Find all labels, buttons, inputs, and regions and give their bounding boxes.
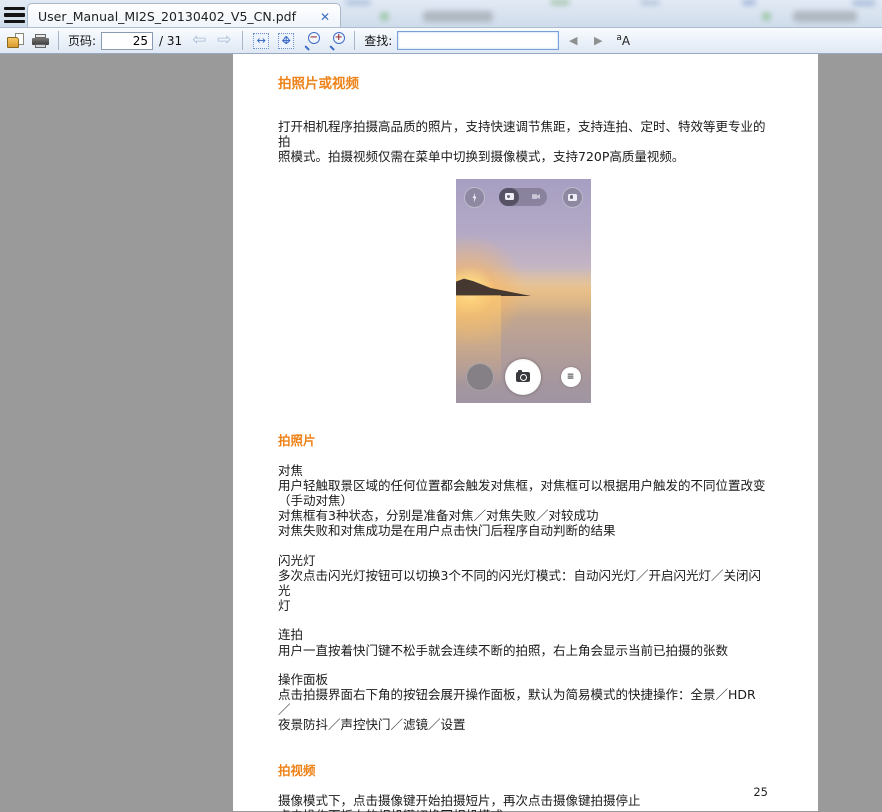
fit-page-button[interactable]: ↔ ↕ [275,30,297,52]
zoom-in-button[interactable]: + [325,30,347,52]
front-back-switch-icon [561,186,583,208]
fit-width-button[interactable]: ↔ [250,30,272,52]
background-window-artifact [793,11,857,22]
flash-toggle-icon [463,186,485,208]
page-number-input[interactable] [101,31,154,50]
doc-blocks: 拍照片或视频打开相机程序拍摄高品质的照片，支持快速调节焦距，支持连拍、定时、特效… [278,72,768,812]
paragraph: 闪光灯 多次点击闪光灯按钮可以切换3个不同的闪光灯模式：自动闪光灯／开启闪光灯／关… [278,552,761,614]
camera-screenshot: ≡ [455,178,591,403]
background-window-artifact [345,0,371,5]
panel-menu-button: ≡ [560,366,581,387]
camera-video-mode-toggle [499,187,547,206]
background-window-artifact [742,0,756,5]
page-number-footer: 25 [753,785,768,799]
background-window-artifact [423,11,493,22]
background-window-artifact [550,0,570,5]
background-window-artifact [852,0,876,6]
tab-title: User_Manual_MI2S_20130402_V5_CN.pdf [38,9,296,24]
toolbar-separator [354,31,356,50]
section-heading: 拍照片 [278,432,316,448]
toolbar-separator [242,31,244,50]
case-sensitive-button[interactable]: aA [612,30,634,52]
find-input[interactable] [397,31,560,50]
pdf-viewer-window: User_Manual_MI2S_20130402_V5_CN.pdf ✕ 页码… [0,0,882,812]
next-page-icon: ⇨ [217,30,232,50]
camera-icon [567,193,577,201]
previous-page-icon: ⇦ [192,30,207,50]
find-label: 查找: [364,34,393,48]
print-icon [31,33,49,48]
previous-result-button[interactable]: ◀ [562,30,584,52]
video-icon [532,194,540,200]
paragraph: 打开相机程序拍摄高品质的照片，支持快速调节焦距，支持连拍、定时、特效等更专业的拍… [278,119,766,165]
gallery-thumbnail [465,362,494,391]
paragraph: 对焦 用户轻触取景区域的任何位置都会触发对焦框，对焦框可以根据用户触发的不同位置改… [278,462,766,539]
fit-width-icon: ↔ [253,32,270,49]
zoom-in-icon: + [328,32,345,51]
tab-bar: User_Manual_MI2S_20130402_V5_CN.pdf ✕ [0,0,882,28]
shutter-button [505,358,541,395]
camera-bottom-controls: ≡ [456,347,591,403]
camera-figure: ≡ [278,178,768,403]
open-file-icon [6,33,24,48]
headland-silhouette [455,278,533,297]
toolbar-separator [58,31,59,50]
print-button[interactable] [29,30,51,52]
next-result-icon: ▶ [594,34,603,47]
background-window-artifact [762,12,771,21]
camera-top-controls [456,186,591,209]
document-area[interactable]: 拍照片或视频打开相机程序拍摄高品质的照片，支持快速调节焦距，支持连拍、定时、特效… [0,54,882,812]
previous-page-button[interactable]: ⇦ [188,30,210,52]
pdf-page: 拍照片或视频打开相机程序拍摄高品质的照片，支持快速调节焦距，支持连拍、定时、特效… [233,54,818,812]
fit-page-icon: ↔ ↕ [278,32,295,49]
paragraph: 连拍 用户一直按着快门键不松手就会连续不断的拍照，右上角会显示当前已拍摄的张数 [278,627,729,658]
camera-icon [504,193,514,201]
camera-icon [516,369,530,382]
camera-mode-selected [499,187,519,206]
lightning-icon [472,192,477,203]
zoom-out-button[interactable]: − [300,30,322,52]
menu-button[interactable] [4,7,25,23]
close-icon[interactable]: ✕ [318,10,332,24]
page-total-label: / 31 [159,33,183,48]
paragraph: 操作面板 点击拍摄界面右下角的按钮会展开操作面板，默认为简易模式的快捷操作：全景／… [278,671,756,733]
background-window-artifact [640,0,660,5]
previous-result-icon: ◀ [569,34,578,47]
next-result-button[interactable]: ▶ [587,30,609,52]
case-sensitive-icon: aA [616,33,631,48]
page-title: 拍照片或视频 [278,76,359,92]
document-tab[interactable]: User_Manual_MI2S_20130402_V5_CN.pdf ✕ [27,3,341,27]
section-heading: 拍视频 [278,762,316,778]
next-page-button[interactable]: ⇨ [213,30,235,52]
paragraph: 摄像模式下，点击摄像键开始拍摄短片，再次点击摄像键拍摄停止点击操作面板上的相机键… [278,792,641,812]
toolbar: 页码: / 31 ⇦ ⇨ ↔ ↔↕ − + 查找: ◀ ▶ aA [0,28,882,54]
page-number-label: 页码: [68,34,97,48]
open-file-button[interactable] [4,30,26,52]
zoom-out-icon: − [303,32,320,51]
background-window-artifact [380,12,389,21]
